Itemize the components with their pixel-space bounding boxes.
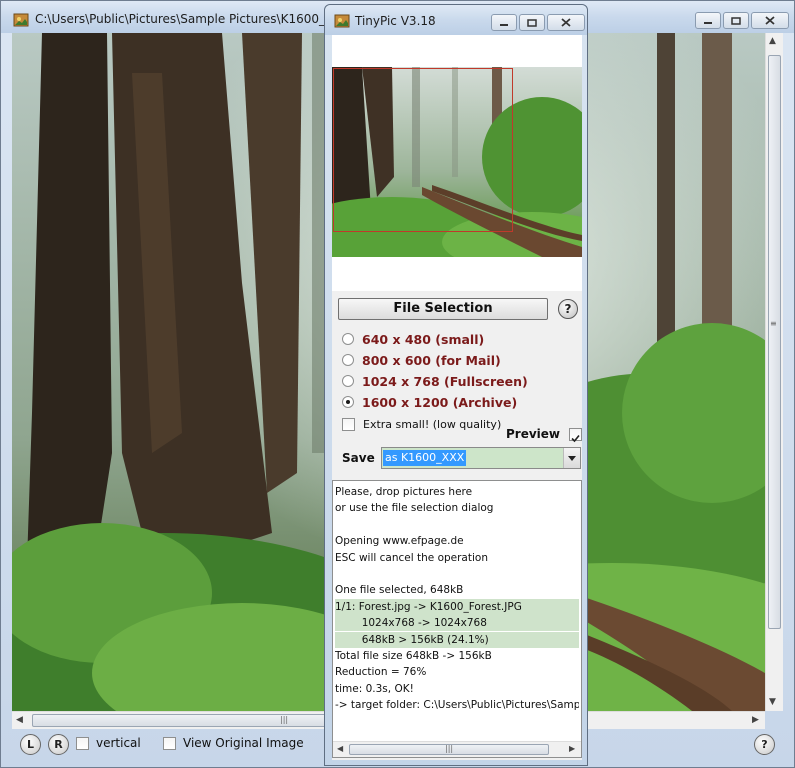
extra-small-checkbox[interactable] [342, 417, 355, 431]
tinypic-help-button[interactable]: ? [558, 299, 578, 319]
minimize-button[interactable] [695, 12, 721, 29]
log-line: 1/1: Forest.jpg -> K1600_Forest.JPG [335, 598, 579, 615]
tinypic-titlebar[interactable]: TinyPic V3.18 [325, 5, 587, 35]
grip-icon: ≡ [770, 319, 777, 328]
size-label: 1600 x 1200 (Archive) [362, 394, 518, 410]
vertical-scrollbar[interactable]: ▲ ≡ ▼ [765, 33, 783, 711]
extra-small-label: Extra small! (low quality) [363, 417, 502, 431]
size-option-800[interactable]: 800 x 600 (for Mail) [342, 351, 501, 369]
viewer-title: C:\Users\Public\Pictures\Sample Pictures… [35, 12, 325, 26]
maximize-button[interactable] [519, 14, 545, 31]
grip-icon: ||| [280, 715, 289, 724]
maximize-icon [527, 18, 537, 27]
log-line: Total file size 648kB -> 156kB [335, 650, 492, 662]
scroll-down-icon[interactable]: ▼ [769, 697, 776, 707]
vertical-scroll-thumb[interactable] [768, 55, 781, 629]
preview-thumbnail [332, 67, 582, 257]
maximize-icon [731, 16, 741, 25]
radio-1024[interactable] [342, 375, 354, 387]
scroll-right-icon[interactable]: ▶ [752, 715, 759, 725]
log-line: time: 0.3s, OK! [335, 682, 414, 695]
crop-selection-rect[interactable] [333, 68, 513, 232]
preview-checkbox[interactable] [569, 428, 582, 443]
view-original-checkbox[interactable] [163, 737, 176, 750]
tinypic-client: File Selection ? 640 x 480 (small) 800 x… [332, 35, 582, 760]
vertical-label: vertical [96, 736, 141, 750]
preview-label: Preview [506, 427, 561, 441]
log-line: Please, drop pictures here [335, 486, 473, 498]
view-original-label: View Original Image [183, 736, 304, 750]
combo-dropdown-button[interactable] [563, 448, 580, 468]
save-name-combo[interactable]: as K1600_XXX [381, 447, 581, 469]
log-line: 648kB > 156kB (24.1%) [335, 631, 579, 648]
close-icon [561, 18, 571, 27]
radio-1600[interactable] [342, 396, 354, 408]
check-icon [571, 434, 580, 443]
size-option-640[interactable]: 640 x 480 (small) [342, 330, 484, 348]
log-horizontal-scrollbar[interactable]: ◀ ||| ▶ [333, 741, 581, 757]
save-label: Save [342, 451, 375, 465]
size-label: 640 x 480 (small) [362, 331, 485, 347]
scroll-left-icon[interactable]: ◀ [337, 744, 343, 753]
minimize-button[interactable] [491, 14, 517, 31]
save-name-value[interactable]: as K1600_XXX [383, 450, 467, 466]
tinypic-title: TinyPic V3.18 [355, 14, 436, 28]
log-line: or use the file selection dialog [335, 502, 494, 515]
size-option-1024[interactable]: 1024 x 768 (Fullscreen) [342, 372, 528, 390]
size-label: 800 x 600 (for Mail) [362, 352, 501, 368]
minimize-icon [500, 23, 508, 26]
scroll-up-icon[interactable]: ▲ [769, 36, 776, 46]
log-line: One file selected, 648kB [335, 584, 464, 597]
viewer-help-button[interactable]: ? [754, 734, 775, 755]
rotate-right-button[interactable]: R [48, 734, 69, 755]
rotate-left-button[interactable]: L [20, 734, 41, 755]
close-icon [765, 16, 775, 25]
chevron-down-icon [568, 455, 576, 461]
app-icon [13, 13, 29, 27]
radio-800[interactable] [342, 354, 354, 366]
close-button[interactable] [547, 14, 585, 31]
grip-icon: ||| [445, 744, 454, 753]
maximize-button[interactable] [723, 12, 749, 29]
log-line: Reduction = 76% [335, 666, 427, 679]
app-icon [334, 14, 350, 28]
log-output[interactable]: -> target folder: C:\Users\Public\Pictur… [332, 480, 582, 758]
file-selection-button[interactable]: File Selection [338, 298, 548, 320]
scroll-right-icon[interactable]: ▶ [569, 744, 575, 753]
minimize-icon [704, 21, 712, 24]
tinypic-window: TinyPic V3.18 File Selection ? 640 x 480… [324, 4, 588, 766]
log-line: 1024x768 -> 1024x768 [335, 615, 579, 632]
extra-small-option[interactable]: Extra small! (low quality) [342, 415, 501, 433]
size-label: 1024 x 768 (Fullscreen) [362, 373, 528, 389]
scroll-left-icon[interactable]: ◀ [16, 715, 23, 725]
size-option-1600[interactable]: 1600 x 1200 (Archive) [342, 393, 517, 411]
radio-640[interactable] [342, 333, 354, 345]
vertical-checkbox[interactable] [76, 737, 89, 750]
log-line: Opening www.efpage.de [335, 535, 464, 548]
log-line: ESC will cancel the operation [335, 551, 488, 564]
log-line: -> target folder: C:\Users\Public\Pictur… [335, 699, 579, 712]
close-button[interactable] [751, 12, 789, 29]
preview-area[interactable] [332, 35, 582, 291]
